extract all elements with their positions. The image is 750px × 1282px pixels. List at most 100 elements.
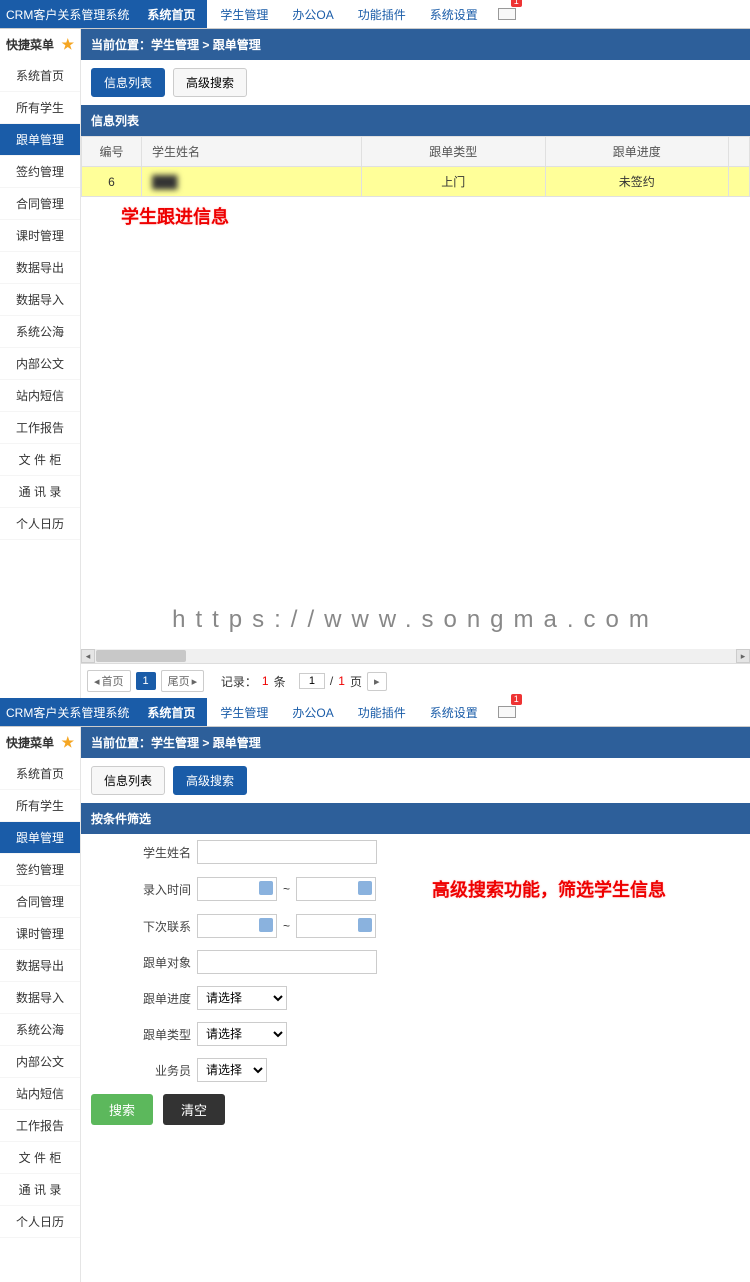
brand-2: CRM客户关系管理系统 bbox=[0, 698, 135, 726]
mail-button[interactable]: 1 bbox=[498, 0, 516, 28]
topnav2-tab-home[interactable]: 系统首页 bbox=[135, 698, 208, 726]
annotation-1: 学生跟进信息 bbox=[81, 197, 750, 229]
star-icon[interactable]: ★ bbox=[61, 36, 74, 53]
mail-icon-2 bbox=[498, 706, 516, 718]
cell-extra bbox=[729, 167, 750, 197]
h-scrollbar[interactable]: ◂ ▸ bbox=[81, 649, 750, 663]
sb2-cabinet[interactable]: 文 件 柜 bbox=[0, 1142, 80, 1174]
input-entry-from[interactable] bbox=[197, 877, 277, 901]
sidebar-item-docs[interactable]: 内部公文 bbox=[0, 348, 80, 380]
sidebar-item-cabinet[interactable]: 文 件 柜 bbox=[0, 444, 80, 476]
row-entry: 录入时间 ~ 高级搜索功能，筛选学生信息 bbox=[81, 870, 750, 908]
topnav: 系统首页 学生管理 办公OA 功能插件 系统设置 bbox=[135, 0, 489, 28]
scroll-left-icon[interactable]: ◂ bbox=[81, 649, 95, 663]
topnav2-tab-settings[interactable]: 系统设置 bbox=[418, 698, 490, 726]
sb2-export[interactable]: 数据导出 bbox=[0, 950, 80, 982]
topnav-tab-plugin[interactable]: 功能插件 bbox=[346, 0, 418, 28]
input-student-name[interactable] bbox=[197, 840, 377, 864]
mail-badge: 1 bbox=[511, 0, 522, 7]
input-target[interactable] bbox=[197, 950, 377, 974]
sidebar-title-2: 快捷菜单 bbox=[6, 734, 54, 751]
page-input[interactable] bbox=[299, 673, 325, 689]
sidebar-item-pool[interactable]: 系统公海 bbox=[0, 316, 80, 348]
topnav2-tab-oa[interactable]: 办公OA bbox=[280, 698, 345, 726]
sidebar-item-sign[interactable]: 签约管理 bbox=[0, 156, 80, 188]
app-view-2: CRM客户关系管理系统 系统首页 学生管理 办公OA 功能插件 系统设置 1 快… bbox=[0, 698, 750, 1282]
topnav-tab-oa[interactable]: 办公OA bbox=[280, 0, 345, 28]
pager-go[interactable]: ▸ bbox=[367, 672, 387, 691]
label-type: 跟单类型 bbox=[91, 1026, 191, 1043]
input-entry-to[interactable] bbox=[296, 877, 376, 901]
range-sep-2: ~ bbox=[283, 919, 290, 933]
topnav-tab-student[interactable]: 学生管理 bbox=[208, 0, 280, 28]
pager: ◂ 首页 1 尾页 ▸ 记录： 1 条 / 1 页 ▸ bbox=[81, 663, 750, 698]
breadcrumb-2: 当前位置：学生管理 > 跟单管理 bbox=[81, 727, 750, 758]
clear-button[interactable]: 清空 bbox=[163, 1094, 225, 1125]
sb2-sign[interactable]: 签约管理 bbox=[0, 854, 80, 886]
student-name-blurred: ███ bbox=[152, 175, 178, 189]
input-next-to[interactable] bbox=[296, 914, 376, 938]
sb2-import[interactable]: 数据导入 bbox=[0, 982, 80, 1014]
tab-info-list[interactable]: 信息列表 bbox=[91, 68, 165, 97]
sb2-all-students[interactable]: 所有学生 bbox=[0, 790, 80, 822]
topnav2-tab-plugin[interactable]: 功能插件 bbox=[346, 698, 418, 726]
select-agent[interactable]: 请选择 bbox=[197, 1058, 267, 1082]
sidebar-item-contacts[interactable]: 通 讯 录 bbox=[0, 476, 80, 508]
sidebar-item-contract[interactable]: 合同管理 bbox=[0, 188, 80, 220]
sb2-lesson[interactable]: 课时管理 bbox=[0, 918, 80, 950]
sb2-home[interactable]: 系统首页 bbox=[0, 758, 80, 790]
sb2-sms[interactable]: 站内短信 bbox=[0, 1078, 80, 1110]
pager-last[interactable]: 尾页 ▸ bbox=[161, 670, 205, 692]
scroll-right-icon[interactable]: ▸ bbox=[736, 649, 750, 663]
sb2-calendar[interactable]: 个人日历 bbox=[0, 1206, 80, 1238]
sidebar-title: 快捷菜单 bbox=[6, 36, 54, 53]
sb2-follow[interactable]: 跟单管理 bbox=[0, 822, 80, 854]
topnav2-tab-student[interactable]: 学生管理 bbox=[208, 698, 280, 726]
input-next-from[interactable] bbox=[197, 914, 277, 938]
select-progress[interactable]: 请选择 bbox=[197, 986, 287, 1010]
th-extra bbox=[729, 137, 750, 167]
tab2-advanced-search[interactable]: 高级搜索 bbox=[173, 766, 247, 795]
sb2-contract[interactable]: 合同管理 bbox=[0, 886, 80, 918]
sidebar-item-calendar[interactable]: 个人日历 bbox=[0, 508, 80, 540]
th-name: 学生姓名 bbox=[142, 137, 362, 167]
pager-page-1[interactable]: 1 bbox=[136, 672, 156, 690]
topnav-tab-settings[interactable]: 系统设置 bbox=[418, 0, 490, 28]
range-sep-1: ~ bbox=[283, 882, 290, 896]
app-view-1: CRM客户关系管理系统 系统首页 学生管理 办公OA 功能插件 系统设置 1 快… bbox=[0, 0, 750, 698]
sidebar-item-lesson[interactable]: 课时管理 bbox=[0, 220, 80, 252]
record-unit: 条 bbox=[274, 673, 286, 690]
star-icon-2[interactable]: ★ bbox=[61, 734, 74, 751]
topnav-tab-home[interactable]: 系统首页 bbox=[135, 0, 208, 28]
tab-advanced-search[interactable]: 高级搜索 bbox=[173, 68, 247, 97]
sb2-contacts[interactable]: 通 讯 录 bbox=[0, 1174, 80, 1206]
sidebar-item-all-students[interactable]: 所有学生 bbox=[0, 92, 80, 124]
content-tabs-2: 信息列表 高级搜索 bbox=[81, 758, 750, 803]
record-count: 1 bbox=[262, 674, 269, 688]
sidebar-item-report[interactable]: 工作报告 bbox=[0, 412, 80, 444]
row-target: 跟单对象 bbox=[81, 944, 750, 980]
tab2-info-list[interactable]: 信息列表 bbox=[91, 766, 165, 795]
search-button[interactable]: 搜索 bbox=[91, 1094, 153, 1125]
sidebar-header: 快捷菜单 ★ bbox=[0, 29, 80, 60]
annotation-2: 高级搜索功能，筛选学生信息 bbox=[432, 876, 666, 902]
select-type[interactable]: 请选择 bbox=[197, 1022, 287, 1046]
panel-title-2: 按条件筛选 bbox=[81, 803, 750, 834]
sidebar-item-follow[interactable]: 跟单管理 bbox=[0, 124, 80, 156]
sidebar: 快捷菜单 ★ 系统首页 所有学生 跟单管理 签约管理 合同管理 课时管理 数据导… bbox=[0, 29, 81, 698]
table-row[interactable]: 6 ███ 上门 未签约 bbox=[82, 167, 750, 197]
page-total: 1 bbox=[338, 674, 345, 688]
breadcrumb: 当前位置：学生管理 > 跟单管理 bbox=[81, 29, 750, 60]
pager-first[interactable]: ◂ 首页 bbox=[87, 670, 131, 692]
sidebar-item-import[interactable]: 数据导入 bbox=[0, 284, 80, 316]
th-type: 跟单类型 bbox=[362, 137, 546, 167]
sb2-pool[interactable]: 系统公海 bbox=[0, 1014, 80, 1046]
mail-button-2[interactable]: 1 bbox=[498, 698, 516, 726]
sidebar-item-export[interactable]: 数据导出 bbox=[0, 252, 80, 284]
sidebar-item-home[interactable]: 系统首页 bbox=[0, 60, 80, 92]
watermark: https://www.songma.com bbox=[81, 591, 750, 649]
scroll-thumb[interactable] bbox=[96, 650, 186, 662]
sb2-docs[interactable]: 内部公文 bbox=[0, 1046, 80, 1078]
sidebar-item-sms[interactable]: 站内短信 bbox=[0, 380, 80, 412]
sb2-report[interactable]: 工作报告 bbox=[0, 1110, 80, 1142]
